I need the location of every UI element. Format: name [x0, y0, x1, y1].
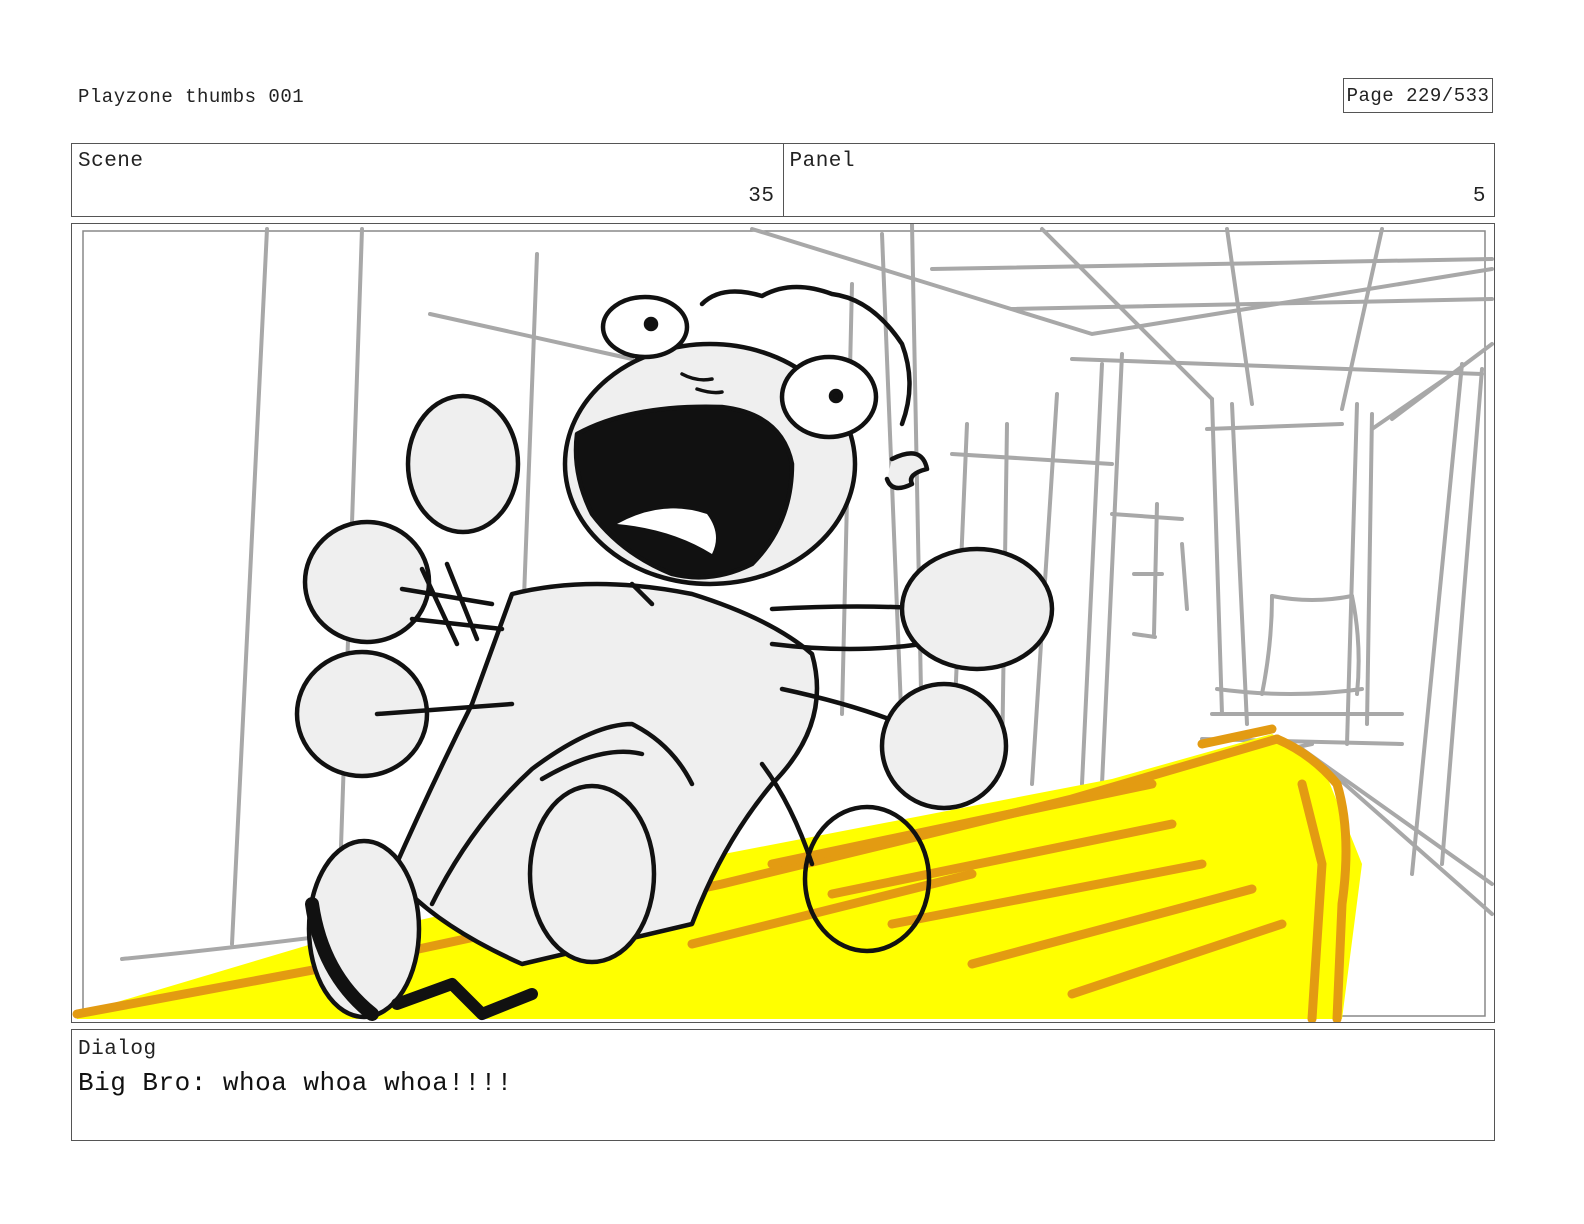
page-number-box: Page 229/533 [1343, 78, 1493, 113]
storyboard-sketch [72, 224, 1494, 1022]
dialog-text: Big Bro: whoa whoa whoa!!!! [78, 1068, 513, 1098]
panel-cell: Panel 5 [782, 144, 1495, 216]
scene-number: 35 [748, 185, 775, 208]
document-title: Playzone thumbs 001 [78, 86, 305, 108]
scene-label: Scene [78, 150, 144, 173]
dialog-box: Dialog Big Bro: whoa whoa whoa!!!! [71, 1029, 1495, 1141]
scene-panel-header: Scene 35 Panel 5 [71, 143, 1495, 217]
panel-label: Panel [789, 150, 856, 173]
storyboard-frame [71, 223, 1495, 1023]
panel-number: 5 [1472, 185, 1486, 208]
dialog-label: Dialog [78, 1038, 157, 1061]
scene-cell: Scene 35 [72, 144, 783, 216]
